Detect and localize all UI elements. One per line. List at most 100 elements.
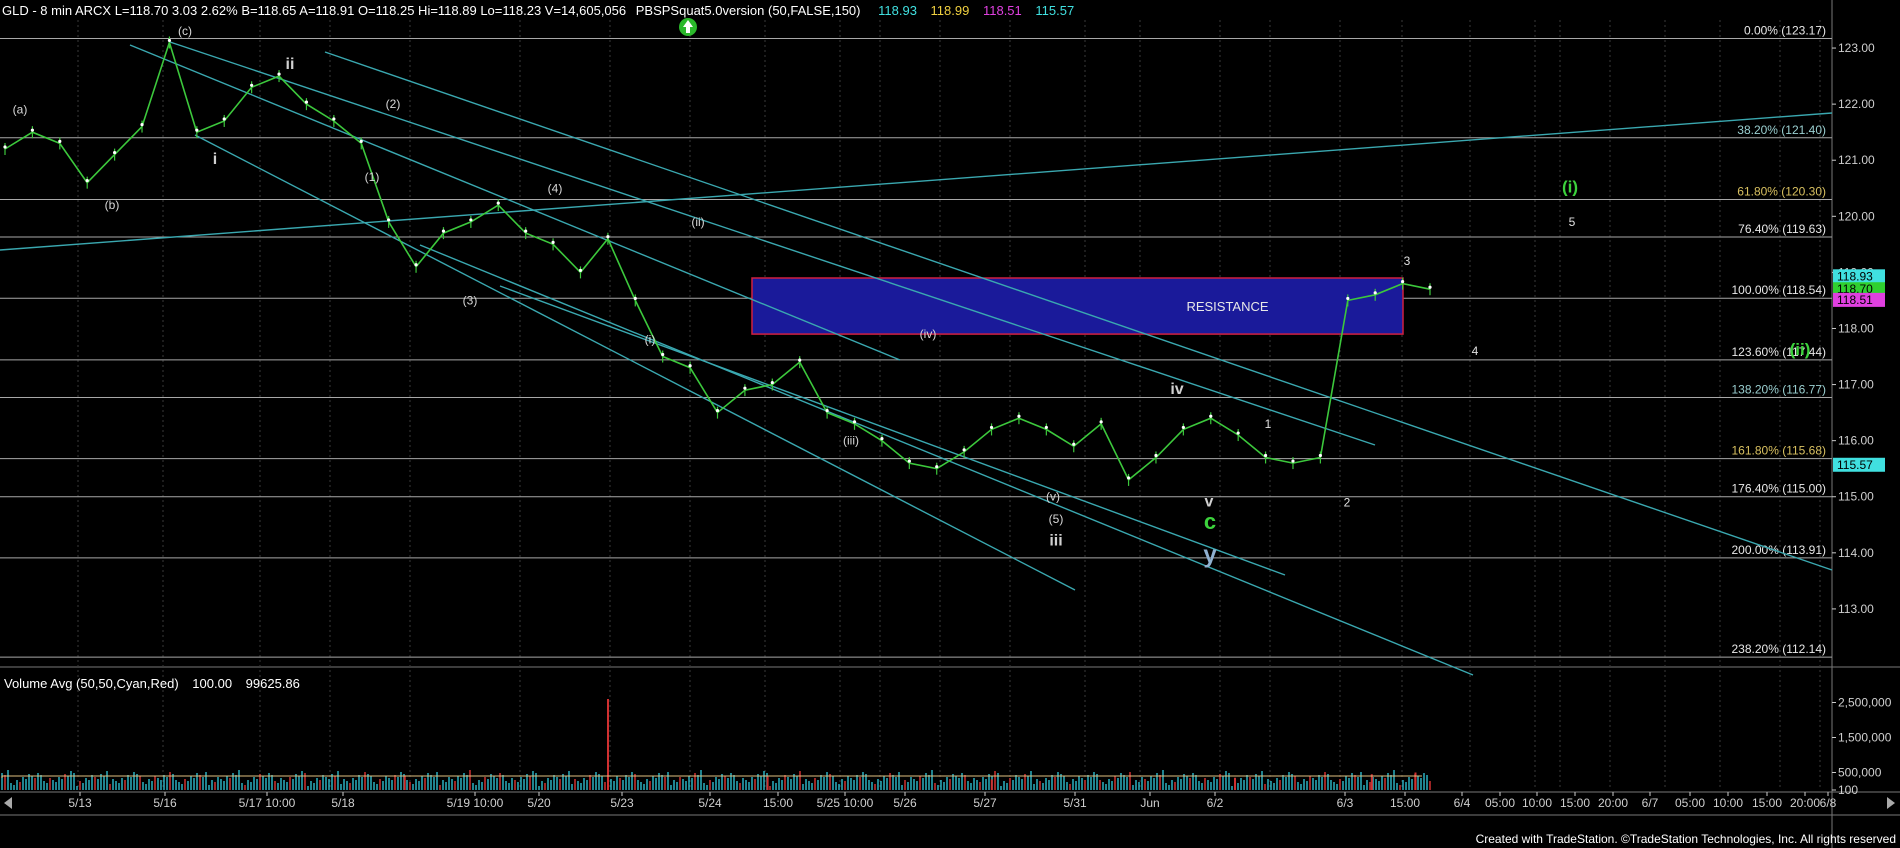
x-tick-label: 5/31: [1063, 796, 1087, 810]
wave-label: (1): [365, 170, 380, 184]
fib-level-label: 100.00% (118.54): [1731, 283, 1826, 297]
trendline: [0, 112, 1833, 251]
price-dot: [1209, 414, 1213, 418]
price-dot: [852, 420, 857, 424]
y-tick-label: 113.00: [1838, 602, 1874, 616]
price-chart: 0.00% (123.17) 38.20% (121.40) 61.80% (120…: [0, 0, 1900, 848]
x-tick-label: 05:00: [1675, 796, 1705, 810]
price-dot: [633, 296, 637, 301]
price-dot: [167, 38, 172, 43]
x-tick-label: 15:00: [1560, 796, 1590, 810]
wave-label: (c): [178, 24, 192, 38]
x-tick-label: 5/24: [698, 796, 722, 810]
indicator-value-1: 118.93: [878, 3, 917, 18]
wave-label: y: [1203, 541, 1217, 568]
x-tick-label: 20:00: [1598, 796, 1628, 810]
x-tick-label: 5/16: [153, 796, 177, 810]
y-tick-label: 118.00: [1838, 321, 1874, 335]
x-tick-label: 15:00: [763, 796, 793, 810]
price-dot: [195, 128, 199, 132]
volume-value-2: 99625.86: [245, 676, 300, 691]
trendline: [194, 134, 1076, 591]
fib-level-label: 176.40% (115.00): [1731, 482, 1826, 496]
x-tick-label: 5/26: [893, 796, 917, 810]
fib-level-label: 138.20% (116.77): [1731, 382, 1826, 396]
indicator-value-3: 118.51: [982, 3, 1022, 18]
wave-label: (a): [13, 103, 28, 117]
price-marker-label: 118.51: [1837, 293, 1873, 307]
wave-label: (2): [386, 97, 401, 111]
wave-label: (5): [1049, 512, 1064, 526]
x-tick-label: 6/3: [1337, 796, 1354, 810]
credit-text: Created with TradeStation. ©TradeStation…: [1475, 832, 1896, 846]
x-tick-label: 5/13: [68, 796, 92, 810]
price-dot: [551, 240, 555, 244]
y-tick-label: 121.00: [1838, 153, 1875, 167]
price-dot: [1017, 414, 1021, 418]
price-dot: [222, 117, 226, 121]
fib-level-label: 200.00% (113.91): [1731, 543, 1826, 557]
x-tick-label: 6/7: [1642, 796, 1659, 810]
wave-label: (ii): [691, 215, 704, 229]
x-tick-label: 5/27: [973, 796, 997, 810]
x-tick-label: 6/4: [1454, 796, 1471, 810]
wave-label: (ii): [1790, 340, 1811, 359]
wave-label: 1: [1265, 417, 1272, 431]
volume-tick-label: 500,000: [1838, 766, 1882, 780]
wave-label: iii: [1049, 533, 1062, 550]
x-tick-label: 05:00: [1485, 796, 1515, 810]
price-dot: [524, 229, 528, 233]
price-dot: [30, 128, 35, 132]
x-tick-label: 5/17 10:00: [239, 796, 296, 810]
x-tick-label: 5/25 10:00: [817, 796, 874, 810]
price-dot: [989, 425, 994, 430]
price-dot: [387, 218, 391, 222]
y-tick-label: 116.00: [1838, 434, 1874, 448]
price-dot: [1154, 453, 1158, 458]
indicator-value-2: 118.99: [930, 3, 970, 18]
price-dot: [1291, 459, 1295, 463]
trendline: [129, 44, 901, 361]
wave-label: 5: [1569, 215, 1576, 229]
wave-label: iv: [1170, 381, 1183, 398]
wave-label: (iii): [843, 434, 859, 448]
fib-level-label: 38.20% (121.40): [1737, 123, 1826, 137]
y-tick-label: 117.00: [1838, 378, 1874, 392]
y-tick-label: 120.00: [1838, 209, 1875, 223]
price-marker-label: 115.57: [1837, 458, 1873, 472]
x-tick-label: 5/23: [610, 796, 634, 810]
wave-label: i: [213, 151, 217, 168]
price-dot: [1236, 431, 1240, 435]
wave-label: ii: [286, 56, 295, 73]
resistance-box: [751, 277, 1404, 335]
x-tick-label: 15:00: [1390, 796, 1420, 810]
price-dot: [1318, 453, 1322, 458]
fib-level-label: 76.40% (119.63): [1738, 222, 1826, 236]
price-dot: [907, 459, 911, 463]
price-dot: [825, 409, 829, 413]
price-dot: [1072, 442, 1076, 446]
wave-label: (b): [105, 198, 120, 212]
price-dot: [578, 268, 583, 272]
fib-level-label: 123.60% (117.44): [1731, 345, 1826, 359]
price-dot: [962, 448, 966, 452]
y-tick-label: 123.00: [1838, 41, 1875, 55]
price-dot: [414, 263, 418, 267]
wave-label: c: [1204, 509, 1216, 534]
wave-label: 3: [1404, 254, 1411, 268]
price-marker-label: 118.93: [1837, 269, 1873, 283]
price-dot: [1373, 291, 1377, 295]
price-dot: [606, 235, 610, 239]
price-dot: [661, 352, 665, 357]
wave-label: (i): [645, 333, 656, 347]
price-dot: [277, 72, 281, 76]
price-dot: [1263, 453, 1268, 458]
indicator-value-4: 115.57: [1035, 3, 1075, 18]
indicator-name: PBSPSquat5.0version (50,FALSE,150): [635, 3, 861, 18]
price-dot: [1400, 280, 1405, 284]
volume-average-line: [1, 775, 1422, 778]
y-tick-label: 122.00: [1838, 97, 1875, 111]
price-dot: [469, 218, 473, 222]
x-tick-label: 20:00: [1790, 796, 1820, 810]
price-dot: [1099, 420, 1103, 424]
